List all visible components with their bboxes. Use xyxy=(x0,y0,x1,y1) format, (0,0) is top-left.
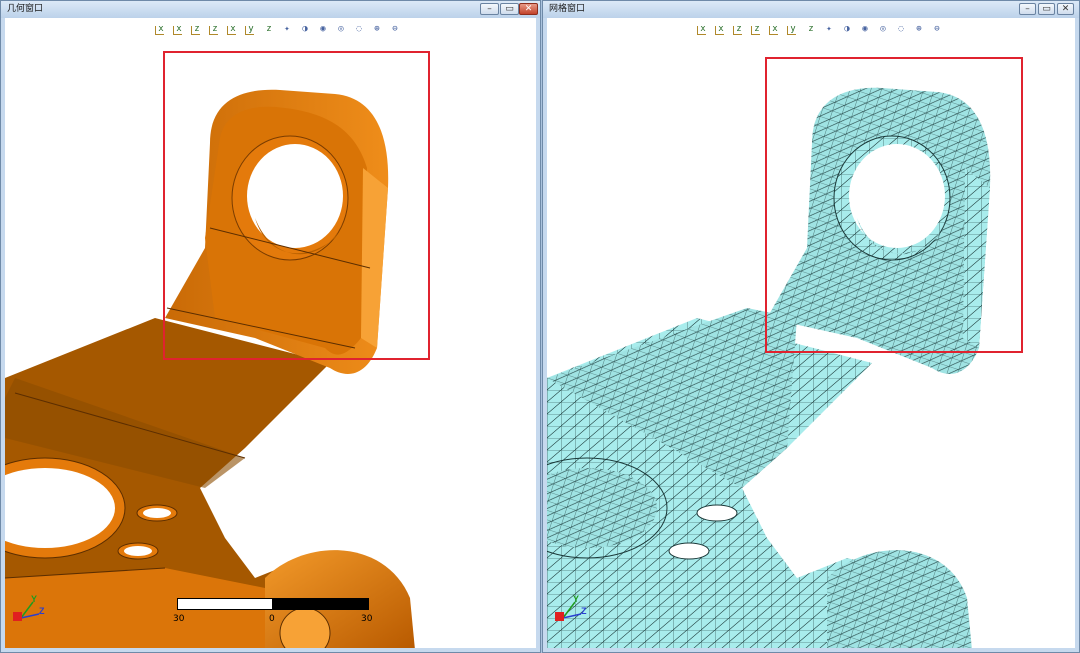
view-neg-x-button[interactable]: x xyxy=(171,22,187,37)
zoom-out-icon[interactable]: ⊖ xyxy=(387,22,403,37)
geometry-window: 几何窗口 – ▭ ✕ x x z z x y z ✦ ◑ ◉ ◎ ◌ ⊕ ⊖ 3… xyxy=(0,0,541,653)
close-button[interactable]: ✕ xyxy=(1057,3,1074,15)
view-x-button[interactable]: x xyxy=(695,22,711,37)
close-button[interactable]: ✕ xyxy=(519,3,538,15)
view-x-button[interactable]: x xyxy=(153,22,169,37)
minimize-button[interactable]: – xyxy=(480,3,499,15)
zoom-window-icon[interactable]: ◌ xyxy=(893,22,909,37)
scale-bar-mid-label: 0 xyxy=(269,614,275,624)
zoom-window-icon[interactable]: ◌ xyxy=(351,22,367,37)
maximize-button[interactable]: ▭ xyxy=(500,3,519,15)
selection-box xyxy=(163,51,430,360)
zoom-in-icon[interactable]: ⊕ xyxy=(369,22,385,37)
axis-y-label: Y xyxy=(31,594,38,604)
zoom-in-icon[interactable]: ⊕ xyxy=(911,22,927,37)
view-neg-z-button[interactable]: z xyxy=(749,22,765,37)
select-arrow-icon[interactable]: ✦ xyxy=(821,22,837,37)
view-iso-button[interactable]: z xyxy=(261,22,277,37)
view-y-button[interactable]: y xyxy=(785,22,801,37)
maximize-button[interactable]: ▭ xyxy=(1038,3,1055,15)
fit-icon[interactable]: ◎ xyxy=(333,22,349,37)
view-neg-z-button[interactable]: z xyxy=(207,22,223,37)
render-icon[interactable]: ◉ xyxy=(857,22,873,37)
axis-z-label: Z xyxy=(581,606,587,616)
zoom-out-icon[interactable]: ⊖ xyxy=(929,22,945,37)
geometry-viewport[interactable]: x x z z x y z ✦ ◑ ◉ ◎ ◌ ⊕ ⊖ 30 0 30 Y Z xyxy=(5,18,536,648)
geometry-view-toolbar: x x z z x y z ✦ ◑ ◉ ◎ ◌ ⊕ ⊖ xyxy=(153,22,403,38)
geometry-window-title: 几何窗口 xyxy=(7,4,44,14)
axis-z-label: Z xyxy=(39,606,45,616)
axis-y-label: Y xyxy=(573,594,580,604)
geometry-window-titlebar[interactable]: 几何窗口 – ▭ ✕ xyxy=(1,1,540,18)
scale-bar xyxy=(177,598,369,612)
selection-box xyxy=(765,57,1023,353)
render-icon[interactable]: ◉ xyxy=(315,22,331,37)
axis-triad: Y Z xyxy=(9,594,49,628)
scale-bar-left-label: 30 xyxy=(173,614,185,624)
mesh-window-title: 网格窗口 xyxy=(549,4,586,14)
mesh-window-titlebar[interactable]: 网格窗口 – ▭ ✕ xyxy=(543,1,1079,18)
mesh-viewport[interactable]: x x z z x y z ✦ ◑ ◉ ◎ ◌ ⊕ ⊖ Y Z xyxy=(547,18,1075,648)
shade-icon[interactable]: ◑ xyxy=(297,22,313,37)
view-y-button[interactable]: y xyxy=(243,22,259,37)
select-arrow-icon[interactable]: ✦ xyxy=(279,22,295,37)
mesh-window: 网格窗口 – ▭ ✕ x x z z x y z ✦ ◑ ◉ ◎ ◌ ⊕ ⊖ Y… xyxy=(542,0,1080,653)
mesh-view-toolbar: x x z z x y z ✦ ◑ ◉ ◎ ◌ ⊕ ⊖ xyxy=(695,22,945,38)
view-x2-button[interactable]: x xyxy=(225,22,241,37)
shade-icon[interactable]: ◑ xyxy=(839,22,855,37)
view-z-button[interactable]: z xyxy=(731,22,747,37)
view-iso-button[interactable]: z xyxy=(803,22,819,37)
scale-bar-right-label: 30 xyxy=(361,614,373,624)
view-x2-button[interactable]: x xyxy=(767,22,783,37)
axis-triad: Y Z xyxy=(551,594,591,628)
view-neg-x-button[interactable]: x xyxy=(713,22,729,37)
view-z-button[interactable]: z xyxy=(189,22,205,37)
minimize-button[interactable]: – xyxy=(1019,3,1036,15)
fit-icon[interactable]: ◎ xyxy=(875,22,891,37)
